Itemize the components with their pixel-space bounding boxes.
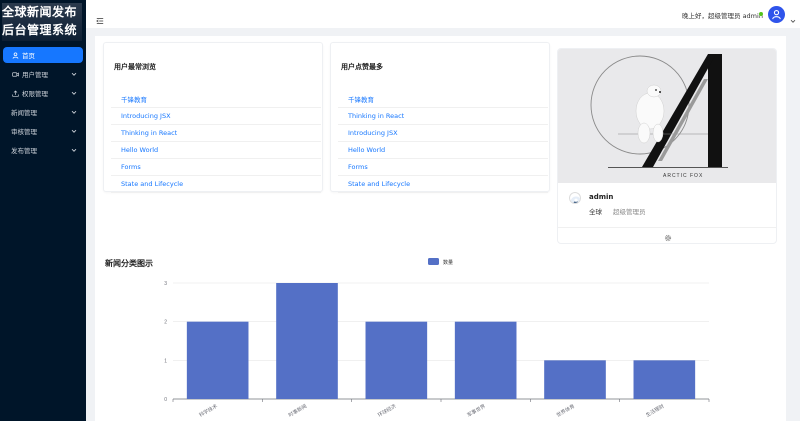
profile-cover-image: ARCTIC FOX (558, 49, 776, 183)
most-liked-card: 用户点赞最多 千锋教育 Thinking in React Introducin… (330, 42, 550, 193)
sidebar-item-label: 审核管理 (11, 128, 37, 136)
logo-line-2: 后台管理系统 (2, 23, 78, 37)
profile-actions (558, 227, 776, 243)
list-item[interactable]: State and Lifecycle (338, 176, 548, 193)
y-tick-label: 0 (164, 397, 167, 403)
arctic-fox-illustration: ARCTIC FOX (590, 54, 728, 179)
sidebar-item-audit[interactable]: 审核管理 (0, 123, 86, 139)
legend-swatch (428, 258, 439, 265)
list-item[interactable]: 千锋教育 (338, 91, 548, 108)
top-header: 晚上好，超级管理员 admin (86, 0, 800, 28)
sidebar-item-label: 新闻管理 (11, 109, 37, 117)
card-title: 用户点赞最多 (341, 63, 383, 71)
x-tick-label: 生活理财 (644, 403, 665, 419)
news-category-chart: 0 1 2 3 科学技术 时事新闻 环球经济 军事世界 世界体育 生活理财 数量 (164, 258, 710, 419)
bar (365, 321, 428, 399)
bar (633, 360, 696, 399)
chevron-down-icon (70, 127, 78, 135)
sidebar-item-publish[interactable]: 发布管理 (0, 142, 86, 158)
chevron-down-icon (70, 146, 78, 154)
profile-card: ARCTIC FOX admin 全球 超级管理员 (557, 48, 777, 244)
video-icon (11, 70, 19, 78)
x-tick-label: 世界体育 (555, 403, 576, 419)
settings-gear-icon[interactable] (664, 227, 672, 243)
list-item[interactable]: 千锋教育 (111, 91, 321, 108)
sidebar-item-users[interactable]: 用户管理 (0, 66, 86, 82)
list-item[interactable]: Introducing JSX (338, 125, 548, 142)
y-tick-label: 3 (164, 281, 167, 287)
greeting-text: 晚上好，超级管理员 admin (682, 12, 763, 20)
list-item[interactable]: State and Lifecycle (111, 176, 321, 193)
chevron-down-icon (70, 70, 78, 78)
app-logo: 全球新闻发布 后台管理系统 (2, 3, 82, 41)
bar (186, 321, 249, 399)
user-icon (11, 51, 19, 59)
chevron-down-icon (70, 108, 78, 116)
most-viewed-card: 用户最常浏览 千锋教育 Introducing JSX Thinking in … (103, 42, 323, 193)
y-tick-label: 1 (164, 358, 167, 364)
online-status-dot (759, 12, 763, 16)
card-title: 用户最常浏览 (114, 63, 156, 71)
profile-meta: admin 全球 超级管理员 (558, 183, 776, 227)
chevron-down-icon (70, 89, 78, 97)
bar (276, 283, 338, 399)
profile-region: 全球 (589, 208, 602, 216)
x-tick-label: 科学技术 (198, 403, 219, 419)
most-liked-list: 千锋教育 Thinking in React Introducing JSX H… (338, 91, 548, 193)
sidebar-item-news[interactable]: 新闻管理 (0, 104, 86, 120)
list-item[interactable]: Forms (111, 159, 321, 176)
logo-line-1: 全球新闻发布 (2, 5, 78, 19)
most-viewed-list: 千锋教育 Introducing JSX Thinking in React H… (111, 91, 321, 193)
sidebar: 全球新闻发布 后台管理系统 首页 用户管理 权限管理 新闻管理 审核管理 发布管… (0, 0, 86, 421)
sidebar-item-label: 用户管理 (22, 71, 48, 79)
user-avatar[interactable] (768, 6, 785, 23)
upload-icon (11, 89, 19, 97)
sidebar-item-label: 发布管理 (11, 147, 37, 155)
sidebar-item-label: 首页 (22, 52, 35, 60)
list-item[interactable]: Hello World (111, 142, 321, 159)
legend-label: 数量 (443, 259, 453, 266)
sidebar-item-permissions[interactable]: 权限管理 (0, 85, 86, 101)
profile-role: 超级管理员 (613, 208, 646, 216)
x-tick-label: 环球经济 (376, 403, 397, 419)
list-item[interactable]: Thinking in React (338, 108, 548, 125)
x-tick-label: 军事世界 (466, 403, 487, 419)
sidebar-item-label: 权限管理 (22, 90, 48, 98)
y-tick-label: 2 (164, 320, 167, 326)
list-item[interactable]: Hello World (338, 142, 548, 159)
sidebar-item-home[interactable]: 首页 (3, 47, 83, 63)
list-item[interactable]: Introducing JSX (111, 108, 321, 125)
bar (454, 321, 517, 399)
list-item[interactable]: Thinking in React (111, 125, 321, 142)
bar (544, 360, 606, 399)
avatar (569, 192, 581, 204)
menu-fold-icon[interactable] (96, 10, 104, 24)
cover-caption: ARCTIC FOX (663, 173, 703, 179)
profile-name: admin (589, 193, 614, 201)
chevron-down-icon[interactable] (789, 10, 797, 23)
x-tick-label: 时事新闻 (287, 403, 308, 419)
list-item[interactable]: Forms (338, 159, 548, 176)
